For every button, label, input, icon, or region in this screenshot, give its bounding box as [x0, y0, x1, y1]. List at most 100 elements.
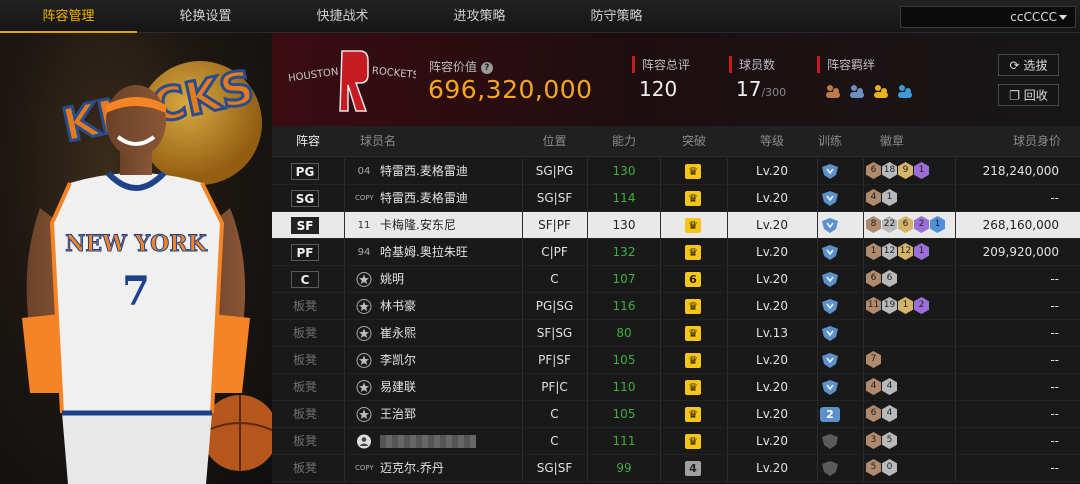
player-count-label: 球员数 [729, 56, 775, 73]
jersey-tag: 11 [357, 220, 371, 231]
lineup-rating: 120 [639, 77, 678, 101]
copy-tag: COPY [355, 464, 374, 472]
player-position: SF|PF [538, 218, 571, 232]
star-player-icon [356, 272, 372, 287]
lineup-slot: 板凳 [292, 434, 317, 448]
tab-rotation-settings[interactable]: 轮换设置 [137, 0, 274, 33]
col-slot: 阵容 [295, 134, 320, 148]
badge-hex: 11 [866, 297, 881, 314]
lineup-slot: 板凳 [292, 353, 317, 367]
player-value: -- [1050, 461, 1059, 475]
tab-offense-strategy[interactable]: 进攻策略 [411, 0, 548, 33]
badge-hex: 5 [866, 459, 881, 476]
training-shield-icon[interactable] [820, 245, 840, 260]
player-badges: 1 12 12 1 [866, 243, 930, 263]
player-badges: 50 [866, 459, 898, 479]
copy-tag: COPY [355, 194, 374, 202]
player-value: -- [1050, 407, 1059, 421]
lineup-slot: 板凳 [292, 407, 317, 421]
badge-hex: 3 [866, 432, 881, 449]
table-row[interactable]: SF 11 卡梅隆.安东尼 SF|PF 130 ♛ Lv.20 8 22 6 2 1 268,160,0… [272, 212, 1080, 239]
badge-hex: 4 [866, 378, 881, 395]
training-shield-icon[interactable] [820, 218, 840, 233]
rockets-logo: HOUSTON ROCKETS [288, 50, 416, 112]
table-row[interactable]: 板凳 林书豪 PG|SG 116 ♛ Lv.20 11 19 1 2 -- [272, 293, 1080, 320]
table-row[interactable]: 板凳 易建联 PF|C 110 ♛ Lv.20 4 4 -- [272, 374, 1080, 401]
player-level: Lv.20 [756, 164, 788, 178]
table-row[interactable]: PF 94 哈基姆.奥拉朱旺 C|PF 132 ♛ Lv.20 1 12 12 1 209,920,0… [272, 239, 1080, 266]
star-player-icon [356, 380, 372, 395]
crown-icon: ♛ [685, 326, 701, 341]
badge-hex: 7 [866, 351, 881, 368]
player-level: Lv.20 [756, 245, 788, 259]
player-position: SG|SF [536, 461, 573, 475]
table-row[interactable]: 板凳 王治郅 C 105 ♛ Lv.20 2 6 4 -- [272, 401, 1080, 428]
training-shield-icon[interactable] [820, 272, 840, 287]
tab-defense-strategy[interactable]: 防守策略 [548, 0, 685, 33]
lineup-value-label: 阵容价值 ? [429, 58, 493, 75]
player-name: 特雷西.麦格雷迪 [380, 164, 468, 178]
tab-quick-tactics[interactable]: 快捷战术 [274, 0, 411, 33]
training-shield-icon[interactable] [820, 299, 840, 314]
badge-hex: 4 [882, 405, 897, 422]
crown-icon: ♛ [685, 353, 701, 368]
training-level[interactable]: 2 [820, 407, 840, 422]
col-value: 球员身价 [1012, 134, 1061, 148]
pick-button[interactable]: ⟳ 选拔 [998, 54, 1059, 76]
refresh-icon: ⟳ [1009, 58, 1020, 73]
player-name: 崔永熙 [380, 326, 417, 340]
player-position: C [550, 407, 559, 421]
player-ability: 116 [612, 299, 636, 313]
badge-hex: 12 [882, 243, 897, 260]
player-level: Lv.20 [756, 380, 788, 394]
player-level: Lv.20 [756, 353, 788, 367]
player-ability: 130 [612, 218, 636, 232]
player-value: -- [1050, 299, 1059, 313]
training-shield-icon[interactable] [820, 191, 840, 206]
crown-icon: ♛ [685, 407, 701, 422]
table-row[interactable]: 板凳 C 111 ♛ Lv.20 3 5 -- [272, 428, 1080, 455]
table-row[interactable]: 板凳 崔永熙 SF|SG 80 ♛ Lv.13 -- [272, 320, 1080, 347]
player-badges: 7 [866, 351, 882, 371]
badge-hex: 4 [882, 378, 897, 395]
player-name: 易建联 [380, 380, 417, 394]
player-value: -- [1050, 326, 1059, 340]
player-value: -- [1050, 434, 1059, 448]
badge-hex: 2 [914, 216, 929, 233]
player-ability: 105 [612, 353, 636, 367]
bond-people-icons[interactable] [824, 83, 914, 101]
training-shield-icon[interactable] [820, 380, 840, 395]
table-row[interactable]: 板凳 COPY 迈克尔.乔丹 SG|SF 99 4 Lv.20 5 0 -- [272, 455, 1080, 482]
player-level: Lv.20 [756, 434, 788, 448]
player-ability: 110 [612, 380, 636, 394]
player-value: -- [1050, 380, 1059, 394]
table-row[interactable]: 板凳 李凯尔 PF|SF 105 ♛ Lv.20 7 -- [272, 347, 1080, 374]
training-shield-icon[interactable] [820, 164, 840, 179]
training-shield-icon[interactable] [820, 326, 840, 341]
training-shield-icon[interactable] [820, 353, 840, 368]
badge-hex: 12 [898, 243, 913, 260]
lineup-slot: SG [291, 190, 319, 207]
player-level: Lv.20 [756, 272, 788, 286]
table-row[interactable]: C 姚明 C 107 6 Lv.20 6 6 -- [272, 266, 1080, 293]
player-name: 哈基姆.奥拉朱旺 [380, 245, 468, 259]
tab-lineup-management[interactable]: 阵容管理 [0, 0, 137, 33]
training-locked-icon[interactable] [820, 434, 840, 449]
col-name: 球员名 [359, 134, 396, 148]
jersey-tag: 04 [357, 166, 371, 177]
table-row[interactable]: SG COPY 特雷西.麦格雷迪 SG|SF 114 ♛ Lv.20 4 1 -- [272, 185, 1080, 212]
team-select-value: ccCCCC [1010, 10, 1057, 24]
star-player-icon [356, 299, 372, 314]
table-row[interactable]: PG 04 特雷西.麦格雷迪 SG|PG 130 ♛ Lv.20 6 18 9 1 218,240,0… [272, 158, 1080, 185]
team-select-dropdown[interactable]: ccCCCC [900, 6, 1076, 28]
training-locked-icon[interactable] [820, 461, 840, 476]
lineup-value: 696,320,000 [428, 75, 593, 104]
player-portrait: KNICKS NEW YORK 7 [22, 58, 272, 484]
badge-hex: 5 [882, 432, 897, 449]
lineup-slot: 板凳 [292, 326, 317, 340]
breakthrough-badge: 6 [685, 272, 701, 287]
recycle-button[interactable]: ❐ 回收 [998, 84, 1059, 106]
help-icon[interactable]: ? [480, 61, 493, 74]
player-ability: 130 [612, 164, 636, 178]
player-value: -- [1050, 272, 1059, 286]
